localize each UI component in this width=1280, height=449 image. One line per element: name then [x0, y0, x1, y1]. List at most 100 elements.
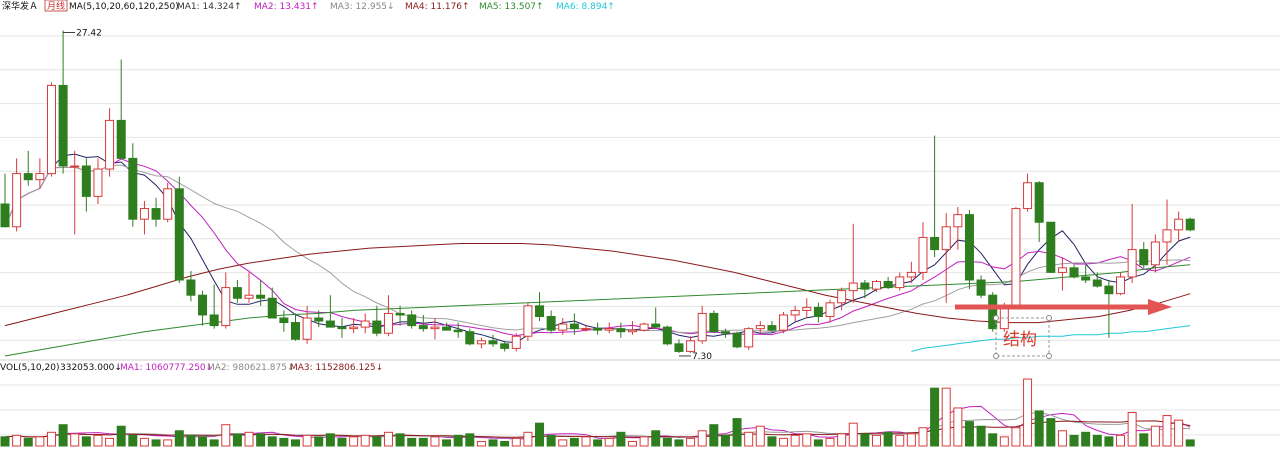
candle-body: [198, 294, 208, 316]
volume-bar: [453, 434, 463, 447]
candle: [511, 333, 521, 352]
volume-bar: [999, 436, 1009, 447]
volume-bar: [581, 436, 591, 447]
candle-body: [151, 208, 161, 220]
resize-handle[interactable]: [993, 353, 999, 359]
candle-body: [12, 173, 22, 228]
candle-body: [337, 326, 347, 330]
candle-body: [1046, 221, 1056, 273]
volume-bar: [349, 436, 359, 447]
candle-body: [546, 315, 556, 331]
resize-handle[interactable]: [993, 315, 999, 321]
candle-body: [872, 281, 881, 290]
candle: [1011, 207, 1021, 308]
volume-bar: [790, 434, 800, 447]
volume-bar: [546, 434, 556, 447]
candle-body: [825, 302, 835, 317]
candle-body: [848, 282, 858, 292]
volume-bar: [837, 433, 847, 447]
candle-body: [1139, 249, 1149, 266]
candle: [988, 292, 998, 332]
volume-ma-legend: MA1: 1060777.250↓MA2: 980621.875↓MA3: 11…: [120, 363, 383, 373]
candle-body: [442, 326, 452, 331]
volume-bar: [720, 434, 730, 447]
high-price-label: 27.42: [76, 28, 102, 38]
volume-bar: [1034, 410, 1044, 447]
volume-params-label: VOL(5,10,20): [0, 363, 59, 373]
candle: [779, 311, 789, 334]
volume-bar: [12, 434, 22, 447]
volume-bar: [337, 437, 347, 447]
candle: [163, 182, 173, 223]
ma-legend-item: MA4: 11.176↑: [405, 2, 470, 12]
candle-body: [500, 343, 510, 349]
candle-body: [593, 328, 603, 331]
volume-bar: [1081, 431, 1091, 447]
candle-body: [1034, 182, 1044, 223]
resize-handle[interactable]: [1046, 315, 1052, 321]
candle-body: [941, 226, 951, 251]
volume-bar: [1069, 434, 1079, 447]
volume-bar: [779, 437, 789, 447]
volume-bar: [732, 418, 742, 447]
candle-body: [407, 314, 417, 327]
candle: [1185, 217, 1195, 232]
volume-bar: [105, 437, 115, 447]
volume-bar: [558, 439, 568, 447]
candle-body: [430, 326, 440, 330]
candle: [523, 302, 533, 341]
volume-bar: [267, 436, 277, 447]
candle-body: [81, 165, 91, 197]
candle-body: [46, 84, 56, 175]
candle-body: [767, 325, 777, 331]
candle-body: [163, 188, 173, 220]
candle-body: [244, 294, 254, 299]
volume-bar: [709, 424, 719, 447]
candle-body: [35, 173, 45, 181]
candle-body: [744, 328, 754, 348]
candle-body: [256, 294, 266, 299]
volume-bar: [1127, 412, 1137, 447]
ma-legend-item: MA1: 14.324↑: [177, 2, 242, 12]
volume-bar: [523, 431, 533, 447]
candle-body: [813, 306, 823, 317]
candle: [639, 322, 649, 332]
ma-legend-item: MA5: 13.507↑: [479, 2, 544, 12]
candle-body: [325, 320, 335, 328]
candle-body: [639, 323, 649, 331]
candle-body: [93, 168, 103, 197]
volume-bar: [325, 433, 335, 447]
stock-name: 深华发Ａ: [2, 0, 38, 12]
candle: [174, 176, 184, 284]
volume-bar: [953, 407, 963, 447]
candle: [662, 325, 672, 346]
candle-body: [686, 340, 696, 352]
resize-handle[interactable]: [1046, 353, 1052, 359]
candle-body: [465, 331, 475, 345]
candle-body: [930, 236, 940, 251]
volume-bar: [58, 424, 68, 447]
volume-bar: [802, 433, 812, 447]
candle-body: [1116, 276, 1126, 295]
volume-bar: [500, 440, 510, 447]
volume-bar: [209, 439, 219, 447]
volume-bar: [906, 433, 916, 447]
candle-body: [755, 325, 765, 330]
volume-bar: [662, 437, 672, 447]
candle-body: [1069, 267, 1079, 278]
volume-bar: [941, 387, 951, 447]
candle-body: [372, 320, 382, 334]
volume-bar: [418, 437, 428, 447]
volume-bar: [848, 422, 858, 447]
candle-body: [558, 323, 568, 331]
candle-body: [383, 312, 393, 334]
volume-bar: [604, 437, 614, 447]
volume-bar: [930, 387, 940, 447]
volume-bar: [244, 431, 254, 447]
candle: [709, 310, 719, 334]
candle-body: [1162, 229, 1172, 243]
ma-legend-item: MA3: 12.955↓: [330, 2, 395, 12]
volume-bar: [70, 433, 80, 447]
volume-bar: [1104, 436, 1114, 447]
volume-bar: [360, 434, 370, 447]
